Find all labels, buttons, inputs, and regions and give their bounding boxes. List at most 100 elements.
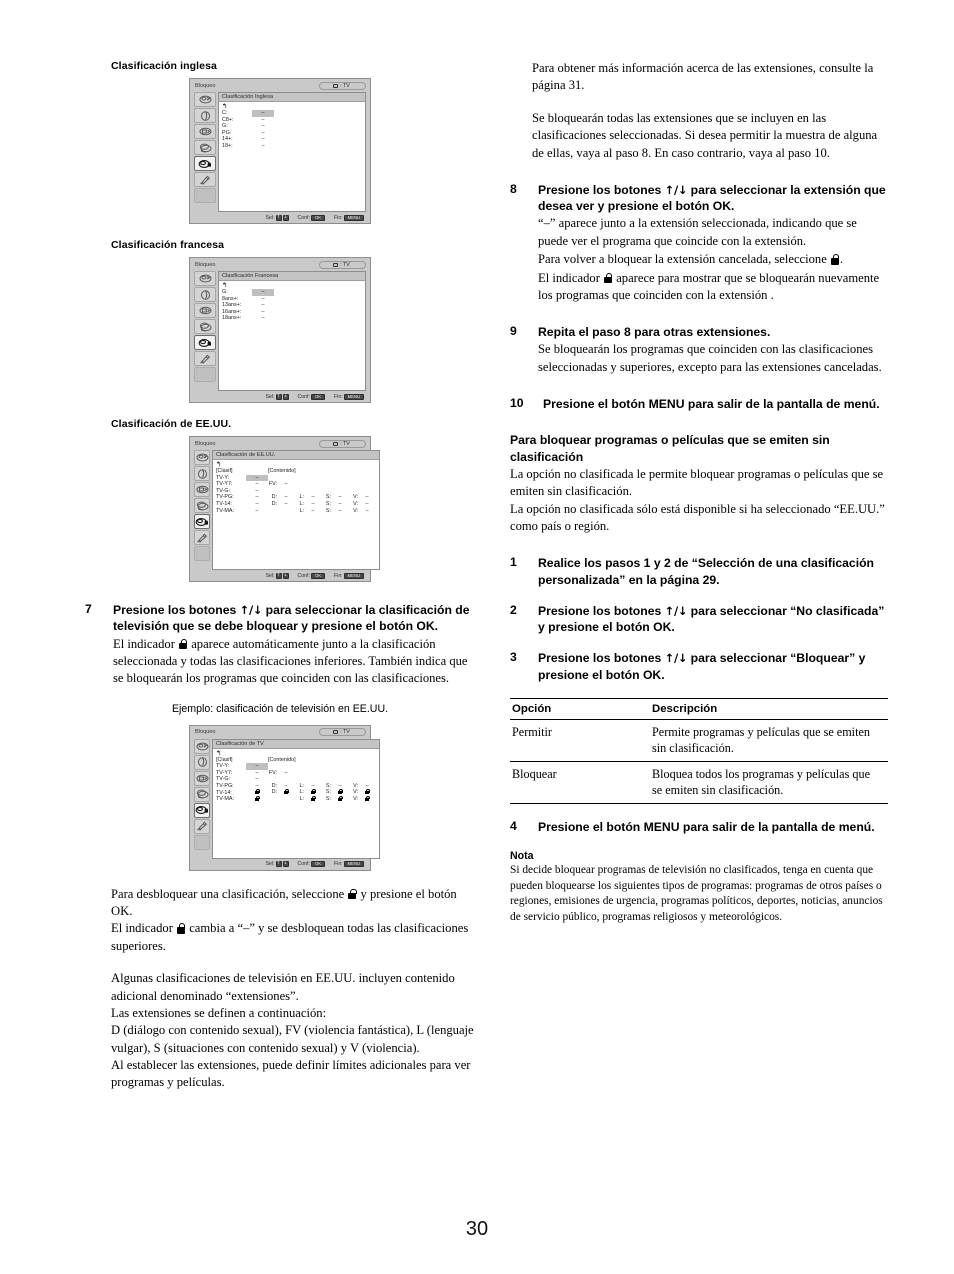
osd-extension-value[interactable]: – [331, 508, 349, 515]
osd-return-arrow-icon[interactable]: ↰ [222, 103, 362, 110]
osd-rail-button-parental-lock[interactable] [194, 802, 210, 818]
osd-rating-row[interactable]: TV-PG: – D: – L: – S: – V: – [216, 494, 376, 501]
osd-extension-value[interactable]: – [304, 501, 322, 508]
tv-osd-window: Bloqueo: TV Clasificación de TV ↰ [Clasif][… [189, 724, 380, 871]
osd-rating-value[interactable]: – [252, 110, 274, 117]
osd-rail-button-channel-settings[interactable] [194, 786, 210, 802]
osd-rating-row[interactable]: C8+: – [222, 117, 362, 124]
osd-extension-value[interactable]: – [331, 501, 349, 508]
osd-rail-button-audio-settings[interactable] [194, 108, 216, 123]
osd-rating-value[interactable]: – [246, 494, 268, 501]
osd-rating-value[interactable]: – [252, 123, 274, 130]
osd-extension-value[interactable]: – [358, 508, 376, 515]
osd-rail-button-screen-settings[interactable] [194, 124, 216, 139]
osd-rating-value[interactable]: – [252, 315, 274, 322]
osd-extension-value[interactable]: – [358, 501, 376, 508]
osd-extension-value[interactable] [358, 795, 376, 803]
osd-rating-row[interactable]: TV-Y: – [216, 474, 376, 482]
osd-rail-button-audio-settings[interactable] [194, 287, 216, 302]
osd-rating-value[interactable]: – [252, 302, 274, 309]
osd-rail-button-parental-lock[interactable] [194, 156, 216, 171]
osd-extension-value[interactable] [331, 795, 349, 803]
osd-rating-row[interactable]: G: – [222, 123, 362, 130]
osd-rail-button-screen-settings[interactable] [194, 770, 210, 786]
osd-rating-value[interactable]: – [246, 474, 268, 482]
osd-rating-row[interactable]: PG: – [222, 130, 362, 137]
extensions-paragraph-2: Las extensiones se definen a continuació… [111, 1005, 327, 1020]
osd-rating-value[interactable]: – [252, 117, 274, 124]
osd-rating-row[interactable]: TV-Y7: – FV: – [216, 770, 376, 777]
osd-rating-value[interactable]: – [246, 508, 268, 515]
osd-rating-row[interactable]: TV-G: – [216, 776, 376, 783]
osd-rating-row[interactable]: 14+: – [222, 136, 362, 143]
osd-rating-value[interactable]: – [252, 130, 274, 137]
osd-extension-value[interactable]: – [304, 508, 322, 515]
osd-rail-button-setup-settings[interactable] [194, 351, 216, 366]
osd-rail-button-parental-lock[interactable] [194, 514, 210, 529]
osd-rating-row[interactable]: 13ans+: – [222, 302, 362, 309]
osd-rail-button-audio-settings[interactable] [194, 466, 210, 481]
osd-rating-value[interactable]: – [246, 770, 268, 777]
osd-extension-value[interactable]: – [358, 494, 376, 501]
osd-rating-row[interactable]: TV-G: – [216, 488, 376, 495]
document-page: Clasificación inglesa Bloqueo: TV Clasifi… [0, 0, 954, 1274]
osd-rail-button-screen-settings[interactable] [194, 482, 210, 497]
osd-rail-button-picture-settings[interactable] [194, 92, 216, 107]
osd-rating-value[interactable]: – [246, 481, 268, 488]
osd-extension-value[interactable] [277, 508, 295, 515]
osd-rating-value[interactable] [246, 795, 268, 803]
osd-extension-value[interactable]: – [277, 494, 295, 501]
osd-extension-value[interactable] [304, 795, 322, 803]
osd-rail-button-channel-settings[interactable] [194, 140, 216, 155]
osd-rating-value-text: – [261, 110, 265, 116]
osd-rating-row[interactable]: 8ans+: – [222, 296, 362, 303]
osd-extension-value[interactable]: – [331, 494, 349, 501]
osd-rating-row[interactable]: TV-Y: – [216, 763, 376, 770]
osd-rail-button-channel-settings[interactable] [194, 319, 216, 334]
osd-rating-row[interactable]: C: – [222, 110, 362, 117]
osd-source-tag: : TV [319, 728, 366, 737]
osd-return-arrow-icon[interactable]: ↰ [216, 461, 376, 468]
osd-rating-value[interactable]: – [246, 488, 268, 495]
osd-window-title: Bloqueo [195, 261, 216, 268]
osd-rating-value[interactable]: – [252, 143, 274, 150]
osd-content-panel: Clasificación Inglesa ↰ C: – C8+: – G: – PG: –14+… [218, 92, 366, 212]
osd-rating-row[interactable]: TV-14: – D: – L: – S: – V: – [216, 501, 376, 508]
osd-rating-value[interactable]: – [246, 501, 268, 508]
osd-extension-value[interactable]: – [277, 481, 295, 488]
osd-rail-button-screen-settings[interactable] [194, 303, 216, 318]
osd-rating-value[interactable]: – [246, 763, 268, 770]
osd-rating-value[interactable]: – [252, 136, 274, 143]
osd-rail-button-setup-settings[interactable] [194, 530, 210, 545]
osd-rating-value[interactable]: – [246, 776, 268, 783]
osd-rating-value[interactable]: – [252, 289, 274, 296]
channel-settings-icon [199, 143, 212, 153]
osd-rating-row[interactable]: 16ans+: – [222, 309, 362, 316]
osd-rail-button-channel-settings[interactable] [194, 498, 210, 513]
osd-rating-row[interactable]: 18ans+: – [222, 315, 362, 322]
osd-rating-row[interactable]: 18+: – [222, 143, 362, 150]
osd-rail-button-picture-settings[interactable] [194, 450, 210, 465]
osd-source-label: : TV [340, 261, 350, 268]
osd-extension-value[interactable]: – [277, 501, 295, 508]
step-8-body-line-2: Para volver a bloquear la extensión canc… [538, 251, 888, 268]
osd-rating-row[interactable]: TV-MA: L: S: V: [216, 795, 376, 803]
osd-return-arrow-icon[interactable]: ↰ [222, 282, 362, 289]
osd-rail-button-parental-lock[interactable] [194, 335, 216, 350]
osd-return-arrow-icon[interactable]: ↰ [216, 749, 376, 757]
osd-rail-button-picture-settings[interactable] [194, 271, 216, 286]
osd-rating-row[interactable]: G: – [222, 289, 362, 296]
osd-rating-value[interactable]: – [252, 296, 274, 303]
osd-rating-row[interactable]: TV-MA: – L: – S: – V: – [216, 508, 376, 515]
osd-rating-value[interactable]: – [252, 309, 274, 316]
osd-rating-label: TV-14: [216, 500, 232, 507]
unrated-step-2-title: Presione los botones ↑/↓ para selecciona… [538, 603, 888, 636]
osd-rail-button-setup-settings[interactable] [194, 818, 210, 834]
osd-rating-row[interactable]: TV-Y7: – FV: – [216, 481, 376, 488]
osd-rail-button-picture-settings[interactable] [194, 738, 210, 754]
osd-rail-button-setup-settings[interactable] [194, 172, 216, 187]
osd-extension-value[interactable]: – [304, 494, 322, 501]
osd-rail-button-audio-settings[interactable] [194, 754, 210, 770]
osd-extension-value[interactable]: – [277, 770, 295, 777]
osd-extension-value[interactable] [277, 796, 295, 803]
